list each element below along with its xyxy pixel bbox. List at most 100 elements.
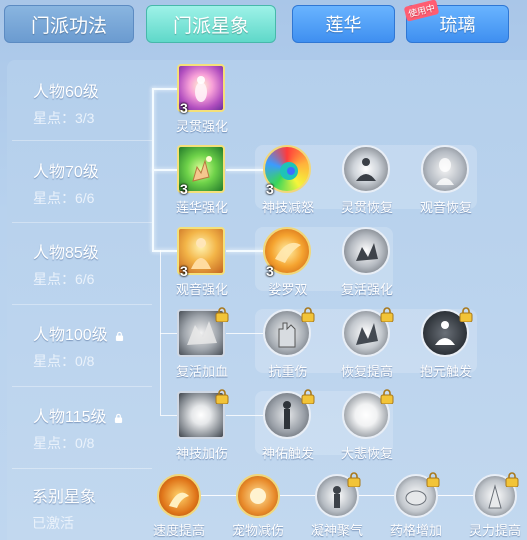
skill-shenji-jiashang[interactable]: 神技加伤	[161, 389, 243, 462]
skill-icon-wrap: 3	[177, 145, 227, 197]
skill-icon-wrap: 3	[263, 227, 313, 279]
lock-icon	[114, 413, 123, 423]
skill-label: 药格增加	[389, 523, 442, 538]
skill-icon-wrap	[473, 472, 519, 518]
pet-shield-icon	[236, 474, 280, 518]
skill-label: 神技加伤	[175, 446, 228, 461]
skill-icon-wrap	[157, 474, 201, 518]
divider-3	[12, 304, 152, 305]
skill-icon-wrap	[342, 307, 394, 359]
tab-liuli-label: 琉璃	[439, 15, 476, 35]
faction-status: 已激活	[32, 515, 74, 531]
row-points: 星点：6/6	[33, 271, 95, 287]
skill-baoyuan-chufa[interactable]: 抱元触发	[405, 307, 487, 380]
faction-speed-up[interactable]: 速度提高	[138, 474, 220, 539]
skill-lianhua-qianghua[interactable]: 3 莲华强化	[161, 145, 243, 216]
faction-label: 系别星象 已激活	[32, 483, 96, 533]
skill-label: 神技减怒	[261, 200, 314, 215]
row-label-115: 人物115级 星点：0/8	[33, 403, 123, 453]
row-level: 人物60级	[33, 84, 99, 101]
skill-icon-wrap	[342, 145, 392, 195]
skill-label: 神佑触发	[261, 446, 314, 461]
lock-icon	[215, 307, 229, 322]
skill-icon-wrap	[236, 474, 280, 518]
row-points: 星点：0/8	[33, 435, 95, 451]
skill-suoluoshuang[interactable]: 3 娑罗双	[247, 227, 329, 298]
faction-medicine-slot[interactable]: 药格增加	[375, 472, 457, 539]
row-level: 人物100级	[33, 321, 124, 345]
faction-spirit-up[interactable]: 灵力提高	[454, 472, 527, 539]
skill-icon-wrap: 3	[177, 64, 227, 116]
skill-guanyin-huifu[interactable]: 观音恢复	[405, 145, 487, 216]
skill-fuhuo-jiaxue[interactable]: 复活加血	[161, 307, 243, 380]
lock-icon	[426, 472, 440, 487]
divider-4	[12, 386, 152, 387]
skill-shenji-jiannu[interactable]: 3 神技减怒	[247, 145, 329, 216]
skill-label: 大悲恢复	[340, 446, 393, 461]
faction-pet-damage-reduction[interactable]: 宠物减伤	[217, 474, 299, 539]
tab-lianhua[interactable]: 莲华	[292, 5, 395, 43]
lock-icon	[116, 331, 124, 341]
row-label-85: 人物85级 星点：6/6	[33, 239, 99, 289]
skill-label: 灵力提高	[468, 523, 521, 538]
lock-icon	[215, 389, 229, 404]
row-label-100: 人物100级 星点：0/8	[33, 321, 124, 371]
skill-label: 速度提高	[152, 523, 205, 538]
faction-title: 系别星象	[32, 489, 97, 506]
goddess-icon	[421, 145, 469, 193]
lock-icon	[301, 389, 315, 404]
lock-icon	[347, 472, 361, 487]
skill-icon-wrap	[263, 389, 315, 441]
skill-level: 3	[180, 100, 188, 116]
skill-label: 复活强化	[340, 282, 393, 297]
row-level-text: 人物115级	[33, 409, 107, 426]
tab-faction-skills[interactable]: 门派功法	[4, 5, 134, 43]
skill-icon-wrap	[263, 307, 315, 359]
tab-liuli[interactable]: 使用中 琉璃	[403, 0, 509, 43]
skill-fuhuo-qianghua[interactable]: 复活强化	[326, 227, 408, 298]
skill-icon-wrap	[342, 227, 392, 277]
lock-icon	[380, 389, 394, 404]
skill-label: 观音恢复	[419, 200, 472, 215]
skill-guanyin-qianghua[interactable]: 3 观音强化	[161, 227, 243, 298]
skill-icon-wrap	[394, 472, 440, 518]
tab-bar: 门派功法 门派星象 莲华 使用中 琉璃	[0, 0, 527, 56]
skill-level: 3	[266, 181, 274, 197]
skill-icon-wrap	[342, 389, 394, 441]
skill-huifu-tigao[interactable]: 恢复提高	[326, 307, 408, 380]
skill-icon-wrap	[421, 145, 471, 195]
skill-label: 抗重伤	[268, 364, 308, 379]
skill-label: 莲华强化	[175, 200, 228, 215]
row-level-text: 人物100级	[33, 327, 108, 344]
skill-icon-wrap	[177, 389, 229, 441]
skill-icon-wrap	[315, 472, 361, 518]
lock-icon	[459, 307, 473, 322]
lock-icon	[505, 472, 519, 487]
skill-label: 抱元触发	[419, 364, 472, 379]
skill-icon-wrap	[177, 307, 229, 359]
skill-label: 娑罗双	[268, 282, 308, 297]
skill-lingguan-huifu[interactable]: 灵贯恢复	[326, 145, 408, 216]
skill-label: 观音强化	[175, 282, 228, 297]
skill-dabei-huifu[interactable]: 大悲恢复	[326, 389, 408, 462]
skill-level: 3	[180, 181, 188, 197]
skill-shenyou-chufa[interactable]: 神佑触发	[247, 389, 329, 462]
skill-label: 宠物减伤	[231, 523, 284, 538]
row-level: 人物115级	[33, 403, 123, 427]
row-level: 人物85级	[33, 245, 99, 262]
tab-faction-stars[interactable]: 门派星象	[146, 5, 276, 43]
in-use-badge: 使用中	[403, 0, 440, 22]
divider-2	[12, 222, 152, 223]
row-label-70: 人物70级 星点：6/6	[33, 158, 99, 208]
skill-level: 3	[266, 263, 274, 279]
skill-lingguan-qianghua[interactable]: 3 灵贯强化	[161, 64, 243, 135]
divider-5	[12, 468, 152, 469]
divider-1	[12, 140, 152, 141]
skill-label: 灵贯强化	[175, 119, 228, 134]
faction-focus-energy[interactable]: 凝神聚气	[296, 472, 378, 539]
skill-label: 恢复提高	[340, 364, 393, 379]
row-label-60: 人物60级 星点：3/3	[33, 78, 99, 128]
row-points: 星点：3/3	[33, 110, 95, 126]
skill-kangzhongshang[interactable]: 抗重伤	[247, 307, 329, 380]
skill-level: 3	[180, 263, 188, 279]
